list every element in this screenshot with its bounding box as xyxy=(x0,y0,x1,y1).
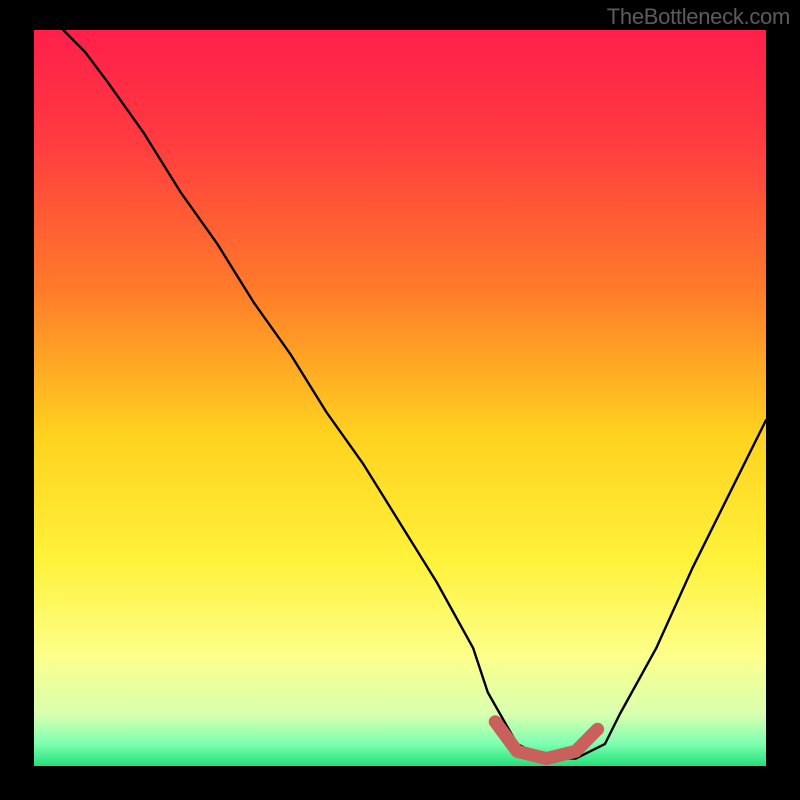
chart-container: TheBottleneck.com xyxy=(0,0,800,800)
bottleneck-curve-chart xyxy=(0,0,800,800)
plot-background xyxy=(34,30,766,766)
attribution-text: TheBottleneck.com xyxy=(607,4,790,30)
